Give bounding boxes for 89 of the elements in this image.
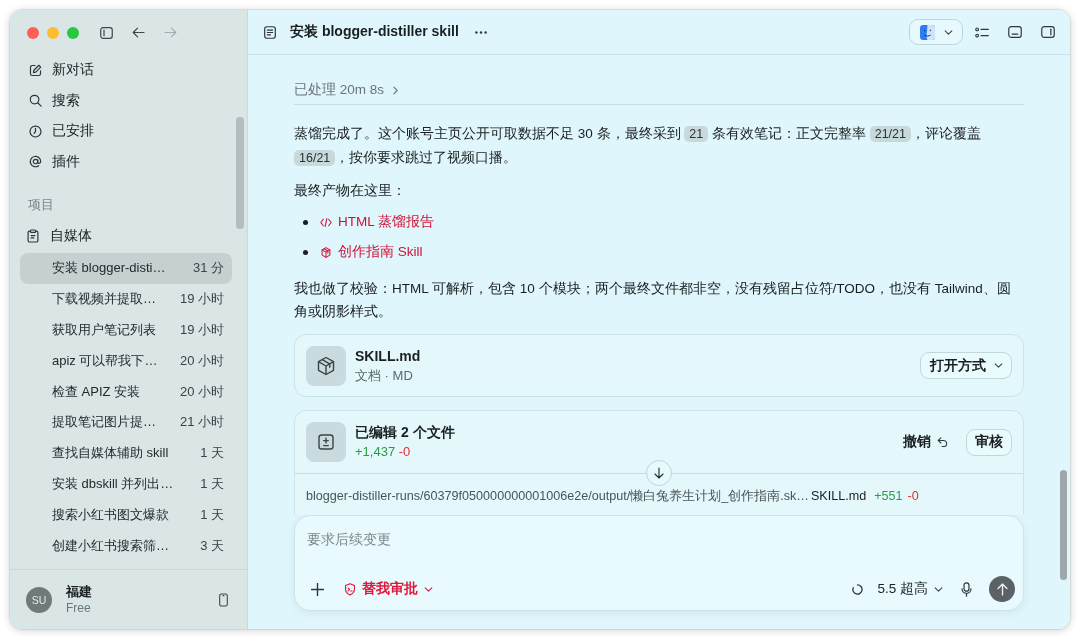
message-paragraph: 最终产物在这里： — [294, 182, 407, 200]
lines-added: +1,437 — [355, 444, 396, 459]
thread-item[interactable]: 创建小红书搜索筛… 3 天 — [20, 530, 232, 561]
undo-icon — [937, 437, 948, 447]
thread-time: 20 小时 — [179, 382, 224, 401]
file-name: SKILL.md — [355, 346, 421, 366]
thread-item[interactable]: 搜索小红书图文爆款 1 天 — [20, 499, 232, 531]
message-paragraph: 我也做了校验：HTML 可解析，包含 10 个模块；两个最终文件都非空，没有残留占位符/TODO，也没有 Tailwind、圆角或阴影样式。 — [294, 280, 1012, 321]
thread-item[interactable]: 提取笔记图片提… 21 小时 — [20, 407, 232, 438]
send-button[interactable] — [989, 576, 1015, 602]
chevron-down-icon — [934, 586, 943, 592]
file-link[interactable]: 创作指南 Skill — [320, 243, 423, 261]
thread-time: 1 天 — [200, 444, 224, 463]
review-button[interactable]: 审核 — [966, 428, 1012, 456]
scroll-down-button[interactable] — [646, 460, 672, 486]
thread-item[interactable]: 查找自媒体辅助 skill 1 天 — [20, 437, 232, 469]
project-item[interactable]: 自媒体 — [10, 221, 233, 251]
sidebar-right-icon[interactable] — [1041, 26, 1055, 38]
cube-icon — [320, 246, 332, 258]
message-paragraph: 蒸馏完成了。这个账号主页公开可取数据不足 30 条，最终采到 21 条有效笔记：正文完整率 21/21 ，评论覆盖 16/21 ，按你要求跳过了视频口播。 — [294, 125, 982, 168]
thread-item[interactable]: 安装 dbskill 并列出… 1 天 — [20, 468, 232, 500]
thread-time: 19 小时 — [179, 321, 224, 339]
arrow-down-icon — [654, 467, 664, 479]
user-name: 福建 — [66, 583, 92, 600]
sidebar-menu-item[interactable]: 搜索 — [10, 85, 233, 116]
document-icon — [264, 25, 276, 39]
message-input[interactable]: 要求后续变更 — [295, 529, 1023, 549]
search-icon — [29, 94, 42, 108]
plus-icon — [310, 582, 324, 596]
app-picker-button[interactable] — [909, 19, 963, 45]
shield-icon — [344, 582, 356, 596]
chevron-down-icon — [944, 29, 953, 35]
plus-minus-icon — [306, 422, 346, 462]
arrow-up-icon — [996, 582, 1008, 596]
sidebar-menu-item[interactable]: 已安排 — [10, 116, 233, 147]
chevron-down-icon — [424, 586, 433, 592]
clock-icon — [29, 124, 42, 138]
sidebar-menu-item[interactable]: 插件 — [10, 146, 233, 177]
list-icon[interactable] — [975, 26, 989, 38]
microphone-button[interactable] — [961, 581, 972, 597]
code-icon — [320, 216, 332, 228]
file-card[interactable]: SKILL.md 文档 · MD 打开方式 — [294, 334, 1024, 397]
thread-time: 31 分 — [192, 259, 224, 278]
thread-item[interactable]: 下载视频并提取… 19 小时 — [20, 283, 232, 315]
lines-added: +551 — [874, 489, 903, 503]
thread-time: 3 天 — [200, 536, 224, 555]
undo-button[interactable]: 撤销 — [903, 433, 948, 451]
thread-time: 20 小时 — [179, 351, 224, 370]
chat-title: 安装 blogger-distiller skill — [290, 23, 459, 41]
lines-removed: -0 — [907, 489, 919, 503]
thread-time: 1 天 — [200, 505, 224, 524]
file-path[interactable]: blogger-distiller-runs/60379f050000000001006e2e/output/懒白兔养生计划_创作指南.sk… — [306, 487, 809, 505]
thread-item[interactable]: 检查 APIZ 安装 20 小时 — [20, 376, 232, 407]
file-meta: 文档 · MD — [355, 366, 413, 385]
processed-toggle[interactable]: 已处理 20m 8s — [294, 81, 399, 99]
user-plan: Free — [66, 600, 91, 616]
microphone-icon — [961, 581, 972, 597]
scrollbar-thumb[interactable] — [1060, 470, 1067, 580]
scrollbar-thumb[interactable] — [236, 117, 244, 229]
bullet-icon — [303, 249, 308, 255]
thread-item[interactable]: 获取用户笔记列表 19 小时 — [20, 314, 232, 346]
thread-time: 1 天 — [200, 474, 224, 493]
thread-item[interactable]: apiz 可以帮我下… 20 小时 — [20, 345, 232, 377]
approval-button[interactable]: 替我审批 — [344, 580, 433, 598]
clipboard-icon — [27, 229, 39, 243]
cube-icon — [306, 345, 346, 386]
chevron-down-icon — [993, 363, 1003, 368]
bottom-panel-icon[interactable] — [1008, 26, 1022, 38]
app-icon — [920, 24, 935, 40]
thread-item[interactable]: 安装 blogger-disti… 31 分 — [20, 253, 232, 284]
sidebar-toggle-icon[interactable] — [100, 26, 113, 39]
more-icon[interactable] — [474, 30, 487, 34]
back-arrow-icon[interactable] — [132, 27, 145, 38]
sidebar-menu-item[interactable]: 新对话 — [10, 55, 233, 86]
avatar[interactable]: SU — [26, 586, 52, 613]
lines-removed: -0 — [398, 444, 411, 459]
file-name[interactable]: SKILL.md — [810, 489, 867, 503]
loading-icon — [852, 583, 864, 595]
compose-icon — [29, 63, 42, 77]
model-button[interactable]: 5.5 超高 — [877, 580, 943, 598]
section-label: 项目 — [28, 196, 54, 214]
bullet-icon — [303, 219, 308, 225]
open-with-button[interactable]: 打开方式 — [920, 352, 1012, 379]
thread-time: 21 小时 — [179, 413, 224, 432]
thread-time: 19 小时 — [179, 290, 224, 309]
file-link[interactable]: HTML 蒸馏报告 — [320, 213, 434, 231]
at-sign-icon — [29, 155, 42, 169]
phone-icon[interactable] — [219, 592, 228, 607]
edits-title: 已编辑 2 个文件 — [355, 423, 455, 442]
